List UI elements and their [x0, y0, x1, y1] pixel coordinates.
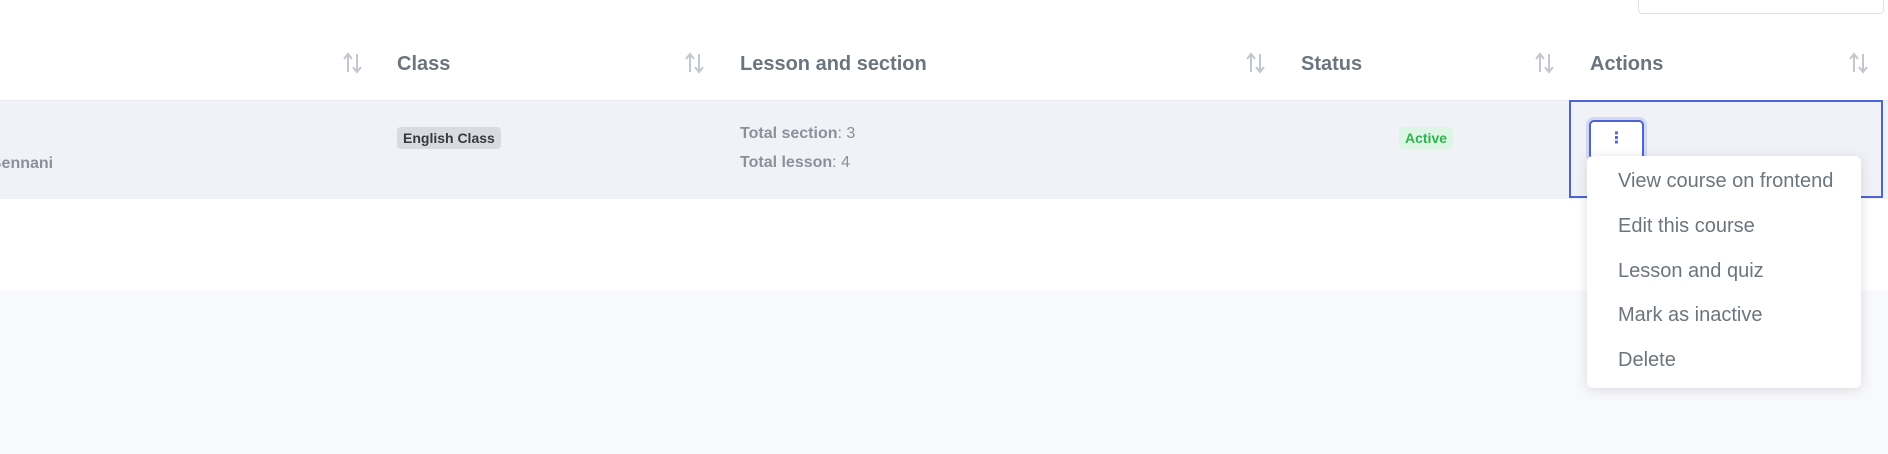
more-actions-button[interactable]: ⋮ [1589, 120, 1644, 160]
total-section: Total section: 3 [740, 125, 855, 143]
total-section-value: : 3 [837, 125, 856, 142]
sort-icon[interactable] [1532, 50, 1558, 76]
total-lesson-label: Total lesson [740, 154, 833, 171]
total-lesson-value: : 4 [832, 154, 850, 171]
table-header: Class Lesson and section Status Actions [0, 36, 1888, 101]
sort-icon[interactable] [1846, 50, 1872, 76]
status-badge: Active [1399, 127, 1454, 149]
column-header-actions[interactable]: Actions [1590, 36, 1663, 100]
menu-item-delete[interactable]: Delete [1618, 345, 1676, 375]
total-section-label: Total section [740, 125, 838, 142]
menu-item-edit-this-course[interactable]: Edit this course [1618, 211, 1755, 241]
instructor-name: Bennani [0, 155, 54, 172]
column-header-class[interactable]: Class [397, 36, 450, 100]
sort-icon[interactable] [340, 50, 366, 76]
search-input[interactable] [1638, 0, 1884, 14]
actions-dropdown-menu: View course on frontend Edit this course… [1587, 156, 1861, 388]
sort-icon[interactable] [1243, 50, 1269, 76]
menu-item-lesson-and-quiz[interactable]: Lesson and quiz [1618, 256, 1764, 286]
sort-icon[interactable] [682, 50, 708, 76]
column-header-status[interactable]: Status [1301, 36, 1362, 100]
total-lesson: Total lesson: 4 [740, 154, 850, 172]
class-badge: English Class [397, 127, 501, 149]
column-header-lesson-and-section[interactable]: Lesson and section [740, 36, 927, 100]
menu-item-mark-as-inactive[interactable]: Mark as inactive [1618, 300, 1763, 330]
menu-item-view-course-on-frontend[interactable]: View course on frontend [1618, 166, 1833, 196]
